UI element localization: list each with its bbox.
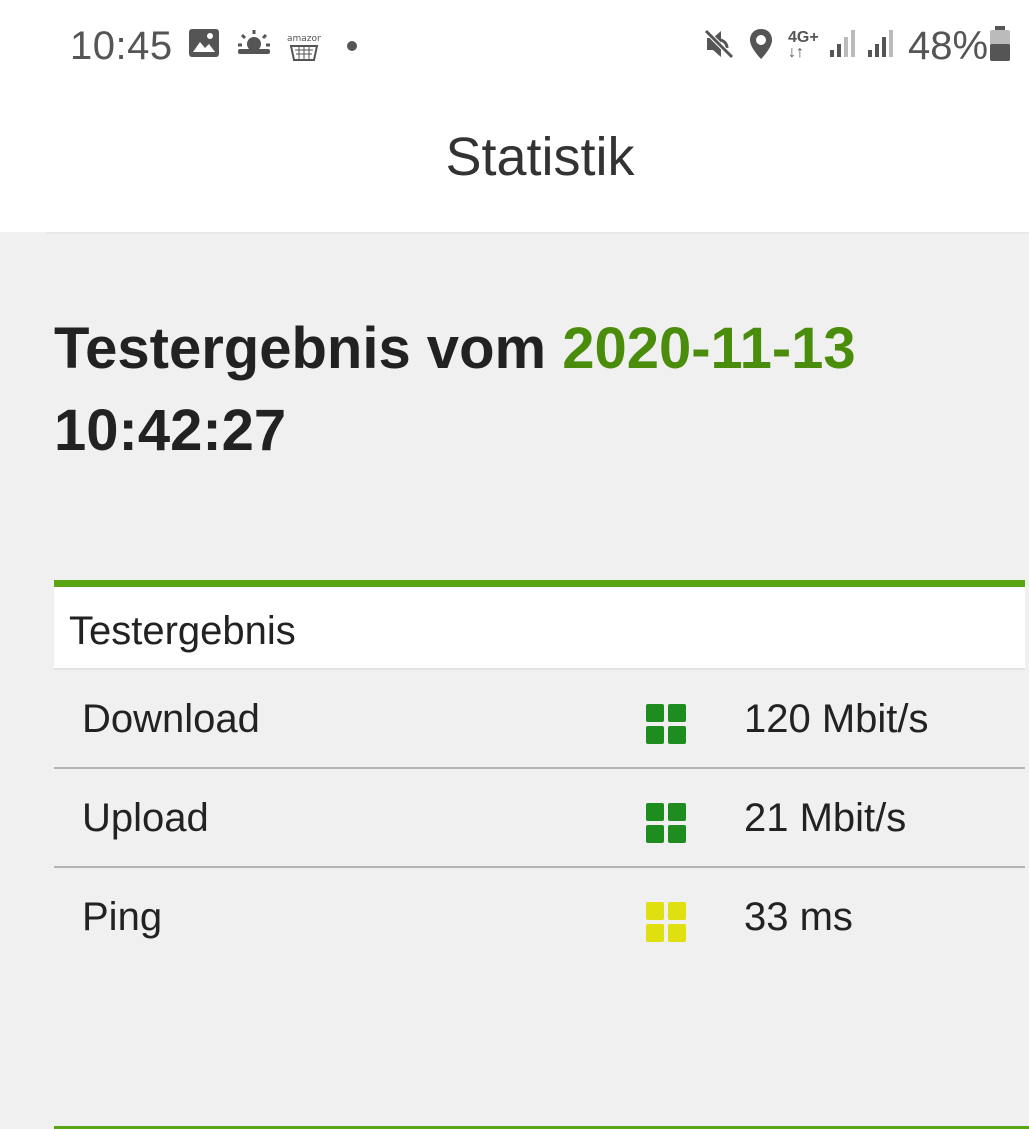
quality-square <box>668 902 686 920</box>
quality-square <box>646 924 664 942</box>
row-value: 120 Mbit/s <box>744 697 929 741</box>
page-title: Statistik <box>445 127 635 187</box>
data-arrows-icon: ↓↑ <box>788 44 804 61</box>
battery-percent: 48% <box>908 24 989 68</box>
table-row: Upload 21 Mbit/s <box>54 769 1025 868</box>
row-value: 33 ms <box>744 895 853 939</box>
status-time: 10:45 <box>70 24 173 68</box>
signal-icon <box>828 28 858 63</box>
quality-square <box>646 803 664 821</box>
result-heading: Testergebnis vom 2020-11-13 10:42:27 <box>54 308 1014 472</box>
quality-square <box>646 704 664 722</box>
row-label: Upload <box>82 796 209 840</box>
quality-square <box>668 924 686 942</box>
table-row: Ping 33 ms <box>54 868 1025 965</box>
results-header-title: Testergebnis <box>69 609 296 653</box>
divider <box>0 232 46 236</box>
app-bar: Statistik <box>0 90 1029 234</box>
status-bar: 10:45 amazon 4G+ ↓↑ 48% <box>0 0 1029 90</box>
quality-square <box>668 726 686 744</box>
quality-square <box>668 704 686 722</box>
table-row: Download 120 Mbit/s <box>54 670 1025 769</box>
quality-square <box>668 825 686 843</box>
svg-text:amazon: amazon <box>287 34 321 44</box>
quality-indicator-icon <box>646 704 686 744</box>
location-icon <box>748 28 774 65</box>
quality-square <box>646 726 664 744</box>
heading-time: 10:42:27 <box>54 398 287 463</box>
battery-icon <box>988 26 1012 67</box>
weather-icon <box>236 30 272 63</box>
quality-square <box>646 825 664 843</box>
heading-prefix: Testergebnis vom <box>54 316 563 381</box>
mute-icon <box>703 28 735 65</box>
quality-indicator-icon <box>646 902 686 942</box>
row-label: Download <box>82 697 260 741</box>
heading-date: 2020-11-13 <box>562 316 856 381</box>
network-type-icon: 4G+ ↓↑ <box>788 30 819 61</box>
amazon-icon: amazon <box>287 32 323 67</box>
quality-square <box>668 803 686 821</box>
row-value: 21 Mbit/s <box>744 796 907 840</box>
quality-indicator-icon <box>646 803 686 843</box>
signal-icon-2 <box>866 28 896 63</box>
quality-square <box>646 902 664 920</box>
image-icon <box>188 28 220 63</box>
results-table: Testergebnis Download 120 Mbit/s Upload … <box>54 580 1025 965</box>
dot-icon <box>346 39 358 57</box>
results-header: Testergebnis <box>54 587 1025 670</box>
row-label: Ping <box>82 895 163 939</box>
